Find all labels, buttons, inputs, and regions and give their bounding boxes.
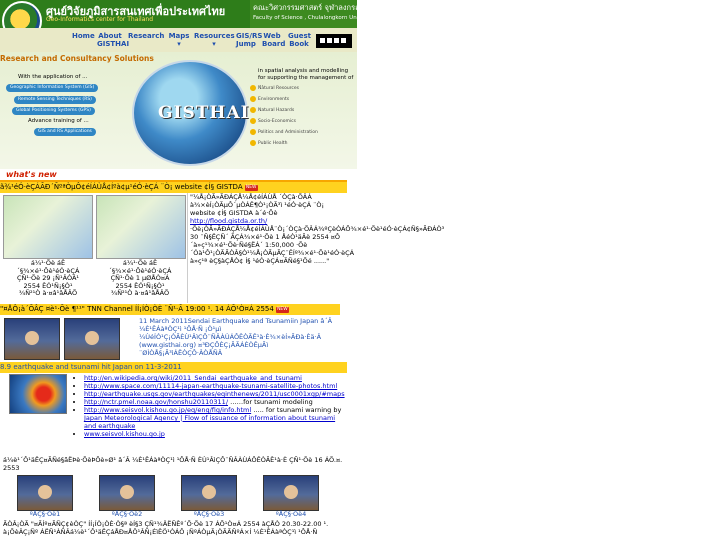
topic-environments: Environments bbox=[258, 97, 290, 102]
tnn-news-title[interactable]: "¤ÅÔ¡à´ÕÂÇ ¤è¹·Õè ¶¹¹" TNN Channel ÍÍ¡ÍÒ… bbox=[0, 305, 274, 313]
seminar-heading: á¼è¹´Ô¹äËÇ¤ÃÑé§ãËÞè·ÕèÞÕè»Ø¹ â´Â ¼È¹ÊÁàª… bbox=[3, 456, 343, 472]
new-badge-icon: NEW bbox=[244, 185, 258, 191]
flag-icon[interactable] bbox=[341, 38, 346, 43]
bullet-dot-icon bbox=[250, 140, 256, 146]
gisthai-logo-text: GISTHAI bbox=[158, 103, 250, 123]
quake-link-3[interactable]: http://earthquake.usgs.gov/earthquakes/e… bbox=[84, 390, 345, 398]
list-item: http://en.wikipedia.org/wiki/2011_Sendai… bbox=[84, 374, 348, 382]
flood-desc-post: ·Õè¡ÒÃ»ÃÐÁÇÅ¼Å¢éÍÁÙÅ¨Ò¡´ÒÇà·ÕÂÁ¾ºÇèÒÁÕ¾×… bbox=[190, 225, 445, 265]
video-thumbnail-3[interactable] bbox=[181, 475, 237, 511]
quake-link-5[interactable]: http://www.seisvol.kishou.go.jp/eq/eng/f… bbox=[84, 406, 251, 414]
video-thumbnail-1[interactable] bbox=[17, 475, 73, 511]
bullet-dot-icon bbox=[250, 129, 256, 135]
pill-rs: Remote Sensing Techniques (RS) bbox=[14, 96, 96, 104]
flood-caption-1: á¼¹·Õè áÊ´§¾×é¹·Õè¹éÓ·èÇÁ ÇÑ¹·Õè 29 ¡Ñ¹Â… bbox=[16, 259, 80, 297]
nav-item-research[interactable]: Research bbox=[128, 32, 164, 40]
flood-news-header[interactable]: ã¾¹éÓ·èÇÁÃÐ´ÑºªÒµÔ¢éÍÁÙÅ¢Íºà¢µ¹éÓ·èÇÁ ¨Ò… bbox=[0, 182, 347, 193]
whats-new-heading: what's new bbox=[6, 170, 57, 179]
nav-item-maps[interactable]: Maps ▾ bbox=[166, 32, 192, 48]
video-label-3[interactable]: ºÅÇ§·Õè3 bbox=[181, 510, 237, 518]
seminar-description: ÃÒÂ¡ÒÃ "¤ÃÍº¤ÃÑÇ¢èÒÇ" ÍÍ¡ÍÒ¡ÒÈ·Ò§ª èÍ§3 … bbox=[3, 520, 329, 536]
bullet-dot-icon bbox=[250, 85, 256, 91]
topic-politics: Politics and Administration bbox=[258, 130, 318, 135]
banner-advance: Advance training of ... bbox=[28, 118, 89, 124]
flood-caption-2: á¼¹·Õè áÊ´§¾×é¹·Õè¹éÓ·èÇÁ ÇÑ¹·Õè 1 µØÅÒ¤… bbox=[108, 259, 172, 297]
tnn-video-thumbnail-2[interactable] bbox=[64, 318, 120, 360]
pill-training: GIS and RS Applications bbox=[34, 128, 96, 136]
faculty-title-th: คณะวิศวกรรมศาสตร์ จุฬาลงกรณ์มหาวิทยาลัย bbox=[253, 3, 403, 12]
nav-item-guest-book[interactable]: Guest Book bbox=[288, 32, 311, 48]
quake-link-6[interactable]: Japan Meteorological Agency | Flow of is… bbox=[84, 414, 335, 430]
video-label-1[interactable]: ºÅÇ§·Õè1 bbox=[17, 510, 73, 518]
nav-item-resources[interactable]: Resources ▾ bbox=[194, 32, 235, 48]
video-label-2[interactable]: ºÅÇ§·Õè2 bbox=[99, 510, 155, 518]
flood-map-thumbnail-1[interactable] bbox=[3, 195, 93, 259]
quake-news-title: 8.9 earthquake and tsunami hit Japan on … bbox=[0, 363, 182, 371]
banner-heading: Research and Consultancy Solutions bbox=[0, 54, 154, 63]
pill-gps: Global Positioning Systems (GPS) bbox=[12, 107, 95, 115]
nav-item-about[interactable]: About GISTHAI bbox=[97, 32, 129, 48]
flood-news-title[interactable]: ã¾¹éÓ·èÇÁÃÐ´ÑºªÒµÔ¢éÍÁÙÅ¢Íºà¢µ¹éÓ·èÇÁ ¨Ò… bbox=[0, 183, 243, 191]
list-item: http://earthquake.usgs.gov/earthquakes/e… bbox=[84, 390, 348, 398]
new-badge-icon: NEW bbox=[276, 307, 289, 313]
quake-link-7[interactable]: www.seisvol.kishou.go.jp bbox=[84, 430, 165, 438]
video-thumbnail-2[interactable] bbox=[99, 475, 155, 511]
flood-map-thumbnail-2[interactable] bbox=[96, 195, 186, 259]
faculty-title-en: Faculty of Science , Chulalongkorn Unive… bbox=[253, 15, 377, 21]
bullet-dot-icon bbox=[250, 118, 256, 124]
tsunami-map-image[interactable] bbox=[9, 374, 67, 414]
topic-natural-hazards: Natural Hazards bbox=[258, 108, 295, 113]
quake-link-2[interactable]: http://www.space.com/11114-japan-earthqu… bbox=[84, 382, 337, 390]
video-label-4[interactable]: ºÅÇ§·Õè4 bbox=[263, 510, 319, 518]
quake-link-list: http://en.wikipedia.org/wiki/2011_Sendai… bbox=[76, 374, 348, 438]
flag-icon[interactable] bbox=[334, 38, 339, 43]
flood-desc-pre: "¼Å¡ÒÃ»ÃÐÁÇÅ¼Å¢éÍÁÙÅ ´ÒÇà·ÕÂÁ à¾×èÍ¡ÒÃµÔ… bbox=[190, 193, 325, 217]
quake-note-4: ……for tsunami modeling bbox=[228, 398, 313, 406]
topic-public-health: Public Health bbox=[258, 141, 288, 146]
nav-item-gisrs-jump[interactable]: GIS/RS Jump bbox=[236, 32, 262, 48]
tnn-news-header[interactable]: "¤ÅÔ¡à´ÕÂÇ ¤è¹·Õè ¶¹¹" TNN Channel ÍÍ¡ÍÒ… bbox=[0, 304, 340, 315]
video-thumbnail-4[interactable] bbox=[263, 475, 319, 511]
tnn-video-thumbnail-1[interactable] bbox=[4, 318, 60, 360]
pill-gis: Geographic Information System (GIS) bbox=[6, 84, 99, 92]
quake-news-header: 8.9 earthquake and tsunami hit Japan on … bbox=[0, 362, 347, 373]
nav-item-web-board[interactable]: Web Board bbox=[262, 32, 285, 48]
flood-link[interactable]: http://flood.gistda.or.th/ bbox=[190, 217, 267, 225]
bullet-dot-icon bbox=[250, 107, 256, 113]
flag-icon[interactable] bbox=[320, 38, 325, 43]
list-item: http://nctr.pmel.noaa.gov/honshu20110311… bbox=[84, 398, 348, 406]
quake-link-1[interactable]: http://en.wikipedia.org/wiki/2011_Sendai… bbox=[84, 374, 302, 382]
quake-link-4[interactable]: http://nctr.pmel.noaa.gov/honshu20110311… bbox=[84, 398, 228, 406]
site-title-en: Geo-Informatics center for Thailand bbox=[46, 16, 154, 23]
tnn-description[interactable]: 11 March 2011Sendai Earthquake and Tsuna… bbox=[139, 317, 346, 357]
list-item: www.seisvol.kishou.go.jp bbox=[84, 430, 348, 438]
list-item: http://www.seisvol.kishou.go.jp/eq/eng/f… bbox=[84, 406, 348, 430]
flag-icon[interactable] bbox=[327, 38, 332, 43]
topic-natural-resources: Natural Resources bbox=[258, 86, 300, 91]
quake-note-5: ….. for tsunami warning by bbox=[251, 406, 342, 414]
topic-socio-economics: Socio-Economics bbox=[258, 119, 296, 124]
nav-item-home[interactable]: Home bbox=[72, 32, 95, 40]
banner-with-app: With the application of ... bbox=[18, 74, 88, 80]
list-item: http://www.space.com/11114-japan-earthqu… bbox=[84, 382, 348, 390]
bullet-dot-icon bbox=[250, 96, 256, 102]
flood-description: "¼Å¡ÒÃ»ÃÐÁÇÅ¼Å¢éÍÁÙÅ ´ÒÇà·ÕÂÁ à¾×èÍ¡ÒÃµÔ… bbox=[187, 193, 444, 303]
